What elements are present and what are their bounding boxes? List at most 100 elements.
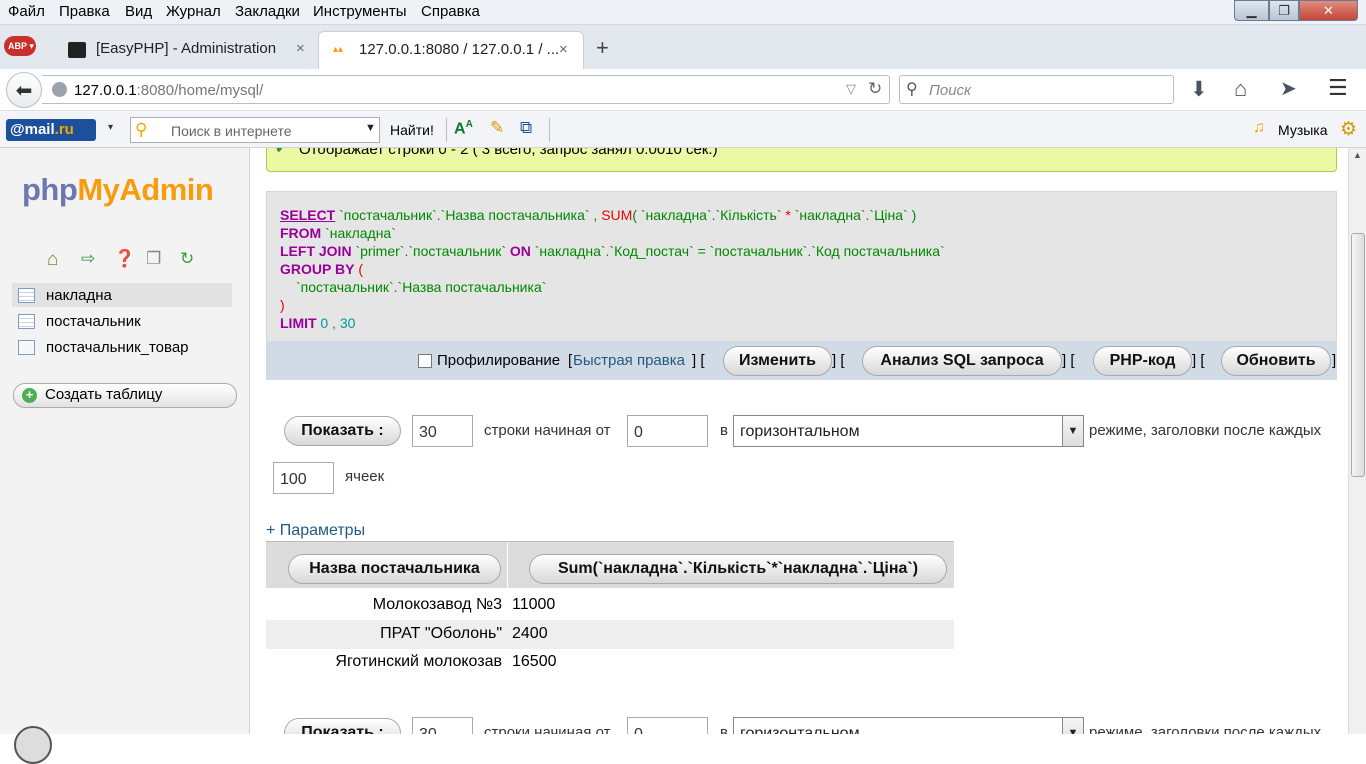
start-input-bottom[interactable]: 0 xyxy=(627,717,708,734)
home-icon[interactable]: ⌂ xyxy=(47,249,67,270)
find-button[interactable]: Найти! xyxy=(390,122,434,138)
search-icon: ⚲ xyxy=(906,81,918,98)
vertical-scrollbar[interactable]: ▲ xyxy=(1348,148,1366,734)
home-icon[interactable]: ⌂ xyxy=(1234,76,1247,102)
console-icon[interactable] xyxy=(14,726,52,764)
menu-bookmarks[interactable]: Закладки xyxy=(235,3,300,20)
sql-line: SELECT `постачальник`.`Назва постачальни… xyxy=(280,207,917,223)
cells-input[interactable]: 100 xyxy=(273,462,334,494)
globe-icon xyxy=(52,82,67,97)
bracket: ] xyxy=(1332,352,1337,369)
analyze-sql-button[interactable]: Анализ SQL запроса xyxy=(862,346,1062,376)
sidebar-item-postachalnyk[interactable]: постачальник xyxy=(12,309,232,333)
maximize-icon[interactable]: ❐ xyxy=(1269,0,1299,21)
highlight-icon[interactable]: ✎ xyxy=(490,118,504,138)
cell-sum: 2400 xyxy=(512,625,548,642)
divider xyxy=(446,118,447,142)
music-button[interactable]: Музыка xyxy=(1278,122,1328,138)
exit-icon[interactable]: ⇨ xyxy=(81,249,101,269)
easyphp-icon xyxy=(68,42,86,58)
search-input[interactable]: ⚲ Поиск xyxy=(899,75,1174,104)
menu-tools[interactable]: Инструменты xyxy=(313,3,407,20)
internet-search-placeholder: Поиск в интернете xyxy=(171,123,292,139)
rows-input-bottom[interactable]: 30 xyxy=(412,717,473,734)
reload-icon[interactable]: ↻ xyxy=(868,79,882,99)
column-header-sum[interactable]: Sum(`накладна`.`Кількість`*`накладна`.`Ц… xyxy=(529,554,947,584)
url-text: 127.0.0.1:8080/home/mysql/ xyxy=(74,82,264,99)
menu-bar: Файл Правка Вид Журнал Закладки Инструме… xyxy=(0,0,1366,25)
in-label-bottom: в xyxy=(720,724,728,734)
refresh-button[interactable]: Обновить xyxy=(1221,346,1331,376)
sidebar-item-label: накладна xyxy=(46,287,112,304)
reload-icon[interactable]: ↻ xyxy=(180,249,200,269)
zoom-icon[interactable]: ⧉ xyxy=(520,118,532,138)
window-controls: ▁ ❐ ✕ xyxy=(1234,0,1358,21)
menu-view[interactable]: Вид xyxy=(125,3,152,20)
sql-line: FROM `накладна` xyxy=(280,225,396,241)
new-tab-button[interactable]: + xyxy=(596,35,609,61)
phpmyadmin-logo[interactable]: phpMyAdmin xyxy=(22,172,214,208)
adblock-icon[interactable]: ABP ▾ xyxy=(4,36,36,56)
rows-input[interactable]: 30 xyxy=(412,415,473,447)
mode-label-bottom: режиме, заголовки после каждых xyxy=(1089,724,1322,734)
mode-select[interactable]: горизонтальном ▼ xyxy=(733,415,1084,447)
start-input[interactable]: 0 xyxy=(627,415,708,447)
help-icon[interactable]: ❓ xyxy=(114,249,135,269)
tab-close-icon[interactable]: × xyxy=(296,40,305,57)
show-button[interactable]: Показать : xyxy=(284,416,401,446)
pma-sidebar: phpMyAdmin ⌂ ⇨ ❓ ❐ ↻ накладна постачальн… xyxy=(0,148,250,764)
cell-supplier: Яготинский молокозав xyxy=(335,653,502,670)
url-bar[interactable]: 127.0.0.1:8080/home/mysql/ ▽ ↻ xyxy=(42,75,890,104)
send-icon[interactable]: ➤ xyxy=(1280,76,1297,101)
music-icon[interactable]: ♫ xyxy=(1253,119,1265,137)
rows-label: строки начиная от xyxy=(484,422,611,439)
mailru-logo[interactable]: @mail.ru xyxy=(6,119,96,141)
tab-phpmyadmin[interactable]: ▴▴ 127.0.0.1:8080 / 127.0.0.1 / ... × xyxy=(318,31,584,69)
search-placeholder: Поиск xyxy=(929,82,972,99)
column-header-supplier[interactable]: Назва постачальника xyxy=(288,554,501,584)
parameters-link[interactable]: + Параметры xyxy=(266,522,365,540)
divider xyxy=(549,118,550,142)
tab-close-icon[interactable]: × xyxy=(559,41,568,58)
internet-search-input[interactable]: ⚲ Поиск в интернете ▼ xyxy=(130,117,380,143)
create-table-button[interactable]: + Создать таблицу xyxy=(13,383,237,408)
show-button-bottom[interactable]: Показать : xyxy=(284,718,401,734)
sidebar-item-nakladna[interactable]: накладна xyxy=(12,283,232,307)
php-code-button[interactable]: PHP-код xyxy=(1093,346,1192,376)
menu-file[interactable]: Файл xyxy=(8,3,45,20)
dropdown-arrow-icon[interactable]: ▽ xyxy=(846,81,856,97)
edit-button[interactable]: Изменить xyxy=(723,346,832,376)
back-button[interactable]: ⬅ xyxy=(6,72,42,108)
chevron-down-icon[interactable]: ▼ xyxy=(365,122,376,134)
tab-bar: ABP ▾ [EasyPHP] - Administration × ▴▴ 12… xyxy=(0,25,1366,69)
scroll-up-icon[interactable]: ▲ xyxy=(1353,150,1362,160)
download-icon[interactable]: ⬇ xyxy=(1190,77,1208,102)
scrollbar-thumb[interactable] xyxy=(1351,233,1365,477)
menu-edit[interactable]: Правка xyxy=(59,3,110,20)
cell-sum: 11000 xyxy=(512,596,556,613)
sidebar-item-postachalnyk-tovar[interactable]: постачальник_товар xyxy=(12,335,232,359)
table-row: Яготинский молокозав 16500 xyxy=(266,648,954,677)
font-size-icon[interactable]: AA xyxy=(454,119,473,138)
search-icon: ⚲ xyxy=(135,120,148,139)
sidebar-item-label: постачальник_товар xyxy=(46,339,189,356)
tab-easyphp[interactable]: [EasyPHP] - Administration × xyxy=(58,31,320,69)
bracket: ] [ xyxy=(832,352,845,369)
pma-icon: ▴▴ xyxy=(333,44,344,55)
sql-line: LEFT JOIN `primer`.`постачальник` ON `на… xyxy=(280,243,945,259)
menu-icon[interactable]: ☰ xyxy=(1328,75,1348,101)
profiling-checkbox[interactable] xyxy=(418,354,432,368)
check-icon: ✔ xyxy=(275,148,288,157)
menu-help[interactable]: Справка xyxy=(421,3,480,20)
mail-toolbar: @mail.ru ▾ ⚲ Поиск в интернете ▼ Найти! … xyxy=(0,111,1366,148)
settings-gear-icon[interactable]: ⚙ xyxy=(1340,118,1357,141)
close-window-icon[interactable]: ✕ xyxy=(1299,0,1358,21)
minimize-icon[interactable]: ▁ xyxy=(1234,0,1269,21)
quick-edit-link[interactable]: Быстрая правка xyxy=(573,352,685,369)
mode-select-bottom[interactable]: горизонтальном ▼ xyxy=(733,717,1084,734)
mail-dropdown-icon[interactable]: ▾ xyxy=(108,122,113,133)
mode-label: режиме, заголовки после каждых xyxy=(1089,422,1322,439)
mode-select-value: горизонтальном xyxy=(740,423,860,440)
menu-history[interactable]: Журнал xyxy=(166,3,221,20)
docs-icon[interactable]: ❐ xyxy=(146,249,166,269)
